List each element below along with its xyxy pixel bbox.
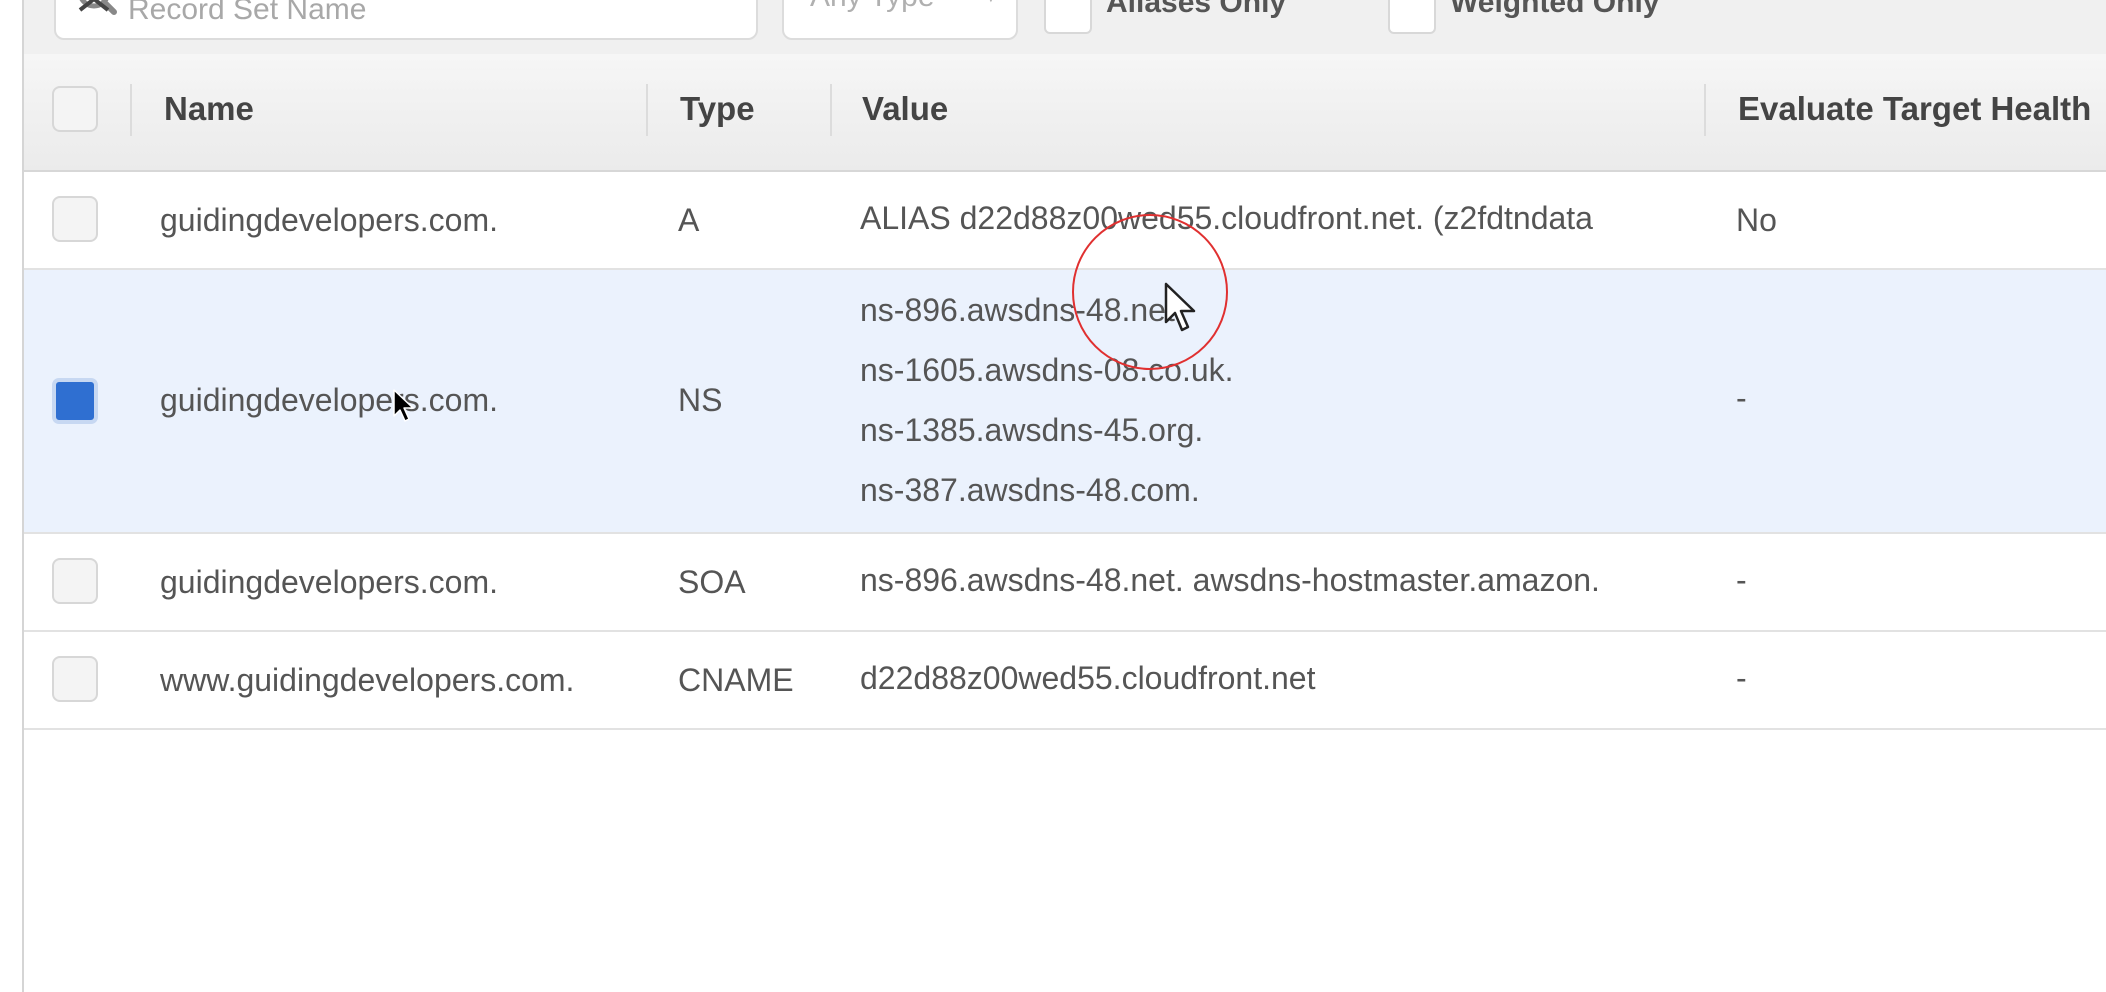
ns-value-line: ns-1385.awsdns-45.org. bbox=[860, 412, 1204, 448]
record-name: www.guidingdevelopers.com. bbox=[160, 662, 575, 698]
clear-icon[interactable] bbox=[74, 0, 114, 18]
row-checkbox[interactable] bbox=[52, 558, 98, 604]
row-checkbox[interactable] bbox=[52, 196, 98, 242]
record-type: SOA bbox=[678, 564, 746, 600]
column-divider bbox=[646, 84, 648, 136]
record-name: guidingdevelopers.com. bbox=[160, 564, 498, 600]
column-header-value[interactable]: Value bbox=[862, 90, 948, 128]
filter-bar: Any Type ▼ Aliases Only Weighted Only bbox=[24, 0, 2106, 54]
record-value: ns-896.awsdns-48.net. awsdns-hostmaster.… bbox=[860, 562, 1600, 598]
aliases-only-checkbox[interactable] bbox=[1044, 0, 1092, 34]
evaluate-target-health: - bbox=[1736, 562, 1747, 598]
table-row[interactable]: guidingdevelopers.com. A ALIAS d22d88z00… bbox=[24, 172, 2106, 270]
record-type: CNAME bbox=[678, 662, 794, 698]
search-box[interactable] bbox=[54, 0, 758, 40]
column-divider bbox=[1704, 84, 1706, 136]
column-divider bbox=[130, 84, 132, 136]
click-highlight bbox=[1072, 214, 1228, 370]
pointer-cursor-icon bbox=[393, 389, 414, 422]
type-select[interactable]: Any Type ▼ bbox=[782, 0, 1018, 40]
evaluate-target-health: No bbox=[1736, 202, 1777, 238]
row-checkbox[interactable] bbox=[52, 656, 98, 702]
table-header: Name Type Value Evaluate Target Health bbox=[24, 54, 2106, 172]
column-header-evaluate-target-health[interactable]: Evaluate Target Health bbox=[1738, 90, 2091, 128]
evaluate-target-health: - bbox=[1736, 380, 1747, 416]
row-checkbox[interactable] bbox=[52, 378, 98, 424]
table-row[interactable]: guidingdevelopers.com. SOA ns-896.awsdns… bbox=[24, 534, 2106, 632]
column-header-name[interactable]: Name bbox=[164, 90, 254, 128]
evaluate-target-health: - bbox=[1736, 660, 1747, 696]
column-header-type[interactable]: Type bbox=[680, 90, 755, 128]
record-type: NS bbox=[678, 382, 723, 418]
chevron-down-icon: ▼ bbox=[982, 0, 1000, 7]
type-select-label: Any Type bbox=[810, 0, 935, 14]
column-divider bbox=[830, 84, 832, 136]
ns-value-line: ns-387.awsdns-48.com. bbox=[860, 472, 1200, 508]
weighted-only-label: Weighted Only bbox=[1450, 0, 1660, 19]
search-input[interactable] bbox=[126, 0, 690, 26]
record-type: A bbox=[678, 202, 700, 238]
record-value: d22d88z00wed55.cloudfront.net bbox=[860, 660, 1316, 696]
table-row[interactable]: www.guidingdevelopers.com. CNAME d22d88z… bbox=[24, 632, 2106, 730]
mouse-cursor-icon bbox=[1164, 282, 1196, 332]
record-name: guidingdevelopers.com. bbox=[160, 202, 498, 238]
record-name: guidingdevelopers.com. bbox=[160, 382, 498, 418]
table-row[interactable]: guidingdevelopers.com. NS ns-896.awsdns-… bbox=[24, 270, 2106, 534]
record-value: ALIAS d22d88z00wed55.cloudfront.net. (z2… bbox=[860, 200, 1593, 236]
select-all-checkbox[interactable] bbox=[52, 86, 98, 132]
weighted-only-checkbox[interactable] bbox=[1388, 0, 1436, 34]
aliases-only-label: Aliases Only bbox=[1106, 0, 1287, 19]
panel-left-border bbox=[0, 0, 24, 992]
